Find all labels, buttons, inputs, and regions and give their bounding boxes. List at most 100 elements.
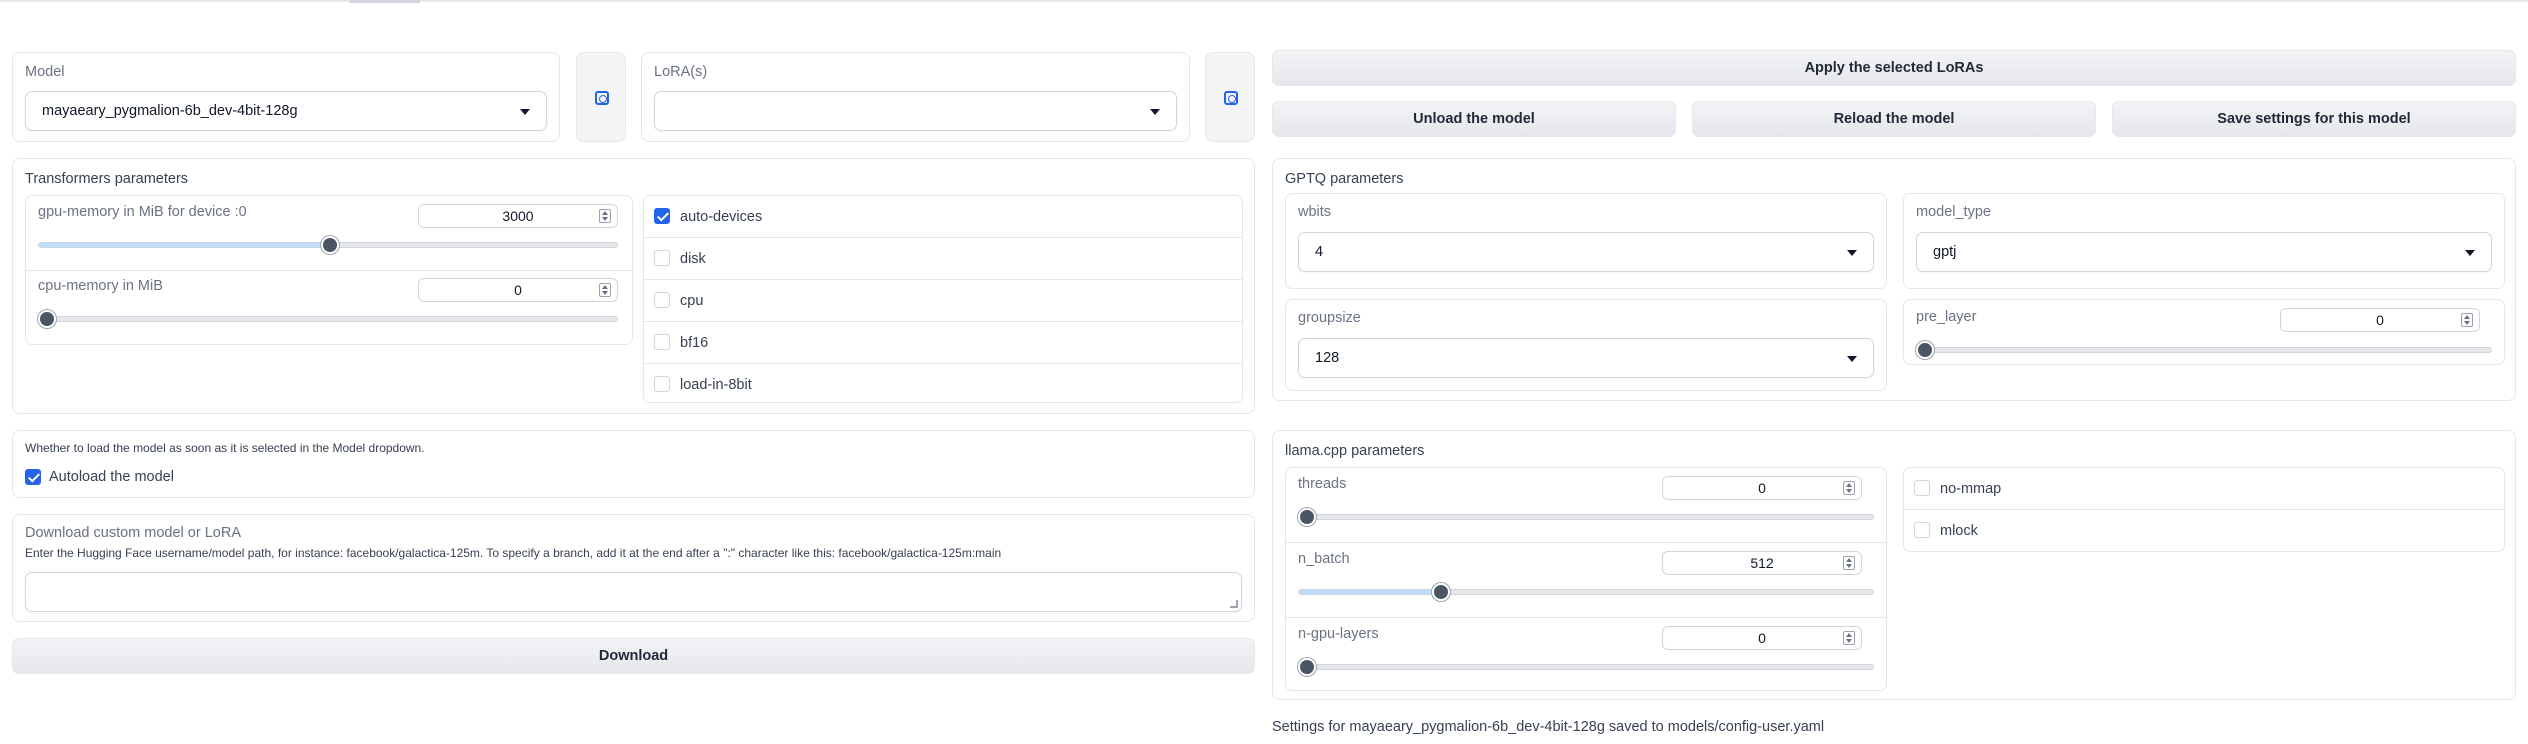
checkbox-cpu[interactable]: cpu bbox=[644, 280, 1242, 322]
gptq-title: GPTQ parameters bbox=[1285, 171, 1404, 187]
chevron-down-icon bbox=[520, 109, 530, 115]
divider bbox=[26, 270, 632, 271]
n-batch-slider-track[interactable] bbox=[1298, 589, 1874, 595]
model-dropdown[interactable]: mayaeary_pygmalion-6b_dev-4bit-128g bbox=[25, 91, 547, 131]
transformers-panel: Transformers parameters gpu-memory in Mi… bbox=[12, 158, 1255, 414]
llama-checkbox-group: no-mmap mlock bbox=[1903, 467, 2505, 552]
gpu-memory-value: 3000 bbox=[502, 208, 534, 224]
groupsize-group: groupsize 128 bbox=[1285, 299, 1887, 391]
refresh-icon bbox=[1224, 91, 1238, 105]
spinner-icon bbox=[2461, 313, 2473, 327]
threads-slider-thumb[interactable] bbox=[1298, 508, 1316, 526]
download-button[interactable]: Download bbox=[12, 638, 1255, 674]
model-type-dropdown[interactable]: gptj bbox=[1916, 232, 2492, 272]
chevron-down-icon bbox=[1150, 109, 1160, 115]
pre-layer-group: pre_layer 0 bbox=[1903, 299, 2505, 365]
n-batch-slider-thumb[interactable] bbox=[1432, 583, 1450, 601]
refresh-models-button[interactable] bbox=[576, 52, 626, 142]
checkbox-auto-devices[interactable]: auto-devices bbox=[644, 196, 1242, 238]
memory-sliders-group: gpu-memory in MiB for device :0 3000 cpu… bbox=[25, 195, 633, 345]
checkbox-label: bf16 bbox=[680, 335, 709, 351]
resize-grip-icon[interactable] bbox=[1230, 600, 1238, 608]
apply-loras-button[interactable]: Apply the selected LoRAs bbox=[1272, 50, 2516, 86]
autoload-checkbox[interactable] bbox=[25, 469, 41, 485]
n-gpu-layers-slider-thumb[interactable] bbox=[1298, 658, 1316, 676]
checkbox-mlock[interactable]: mlock bbox=[1904, 510, 2504, 552]
divider bbox=[1286, 617, 1886, 618]
threads-input[interactable]: 0 bbox=[1662, 476, 1862, 500]
chevron-down-icon bbox=[1847, 250, 1857, 256]
n-gpu-layers-label: n-gpu-layers bbox=[1298, 626, 1379, 642]
llama-title: llama.cpp parameters bbox=[1285, 443, 1425, 459]
chevron-down-icon bbox=[1847, 356, 1857, 362]
n-batch-label: n_batch bbox=[1298, 551, 1350, 567]
model-label: Model bbox=[25, 64, 65, 80]
checkbox-label: no-mmap bbox=[1940, 481, 2002, 497]
checkbox-no-mmap[interactable]: no-mmap bbox=[1904, 468, 2504, 510]
pre-layer-slider-thumb[interactable] bbox=[1916, 341, 1934, 359]
save-settings-button[interactable]: Save settings for this model bbox=[2112, 101, 2516, 137]
n-gpu-layers-input[interactable]: 0 bbox=[1662, 626, 1862, 650]
spinner-icon bbox=[1843, 631, 1855, 645]
gpu-memory-slider-thumb[interactable] bbox=[321, 236, 339, 254]
spinner-icon bbox=[1843, 556, 1855, 570]
spinner-icon bbox=[599, 209, 611, 223]
pre-layer-slider-track[interactable] bbox=[1916, 347, 2492, 353]
gpu-memory-input[interactable]: 3000 bbox=[418, 204, 618, 228]
checkbox-icon[interactable] bbox=[654, 334, 670, 350]
checkbox-icon[interactable] bbox=[1914, 522, 1930, 538]
cpu-memory-input[interactable]: 0 bbox=[418, 278, 618, 302]
pre-layer-input[interactable]: 0 bbox=[2280, 308, 2480, 332]
checkbox-icon[interactable] bbox=[654, 376, 670, 392]
checkbox-icon[interactable] bbox=[1914, 480, 1930, 496]
model-panel: Model mayaeary_pygmalion-6b_dev-4bit-128… bbox=[12, 52, 560, 142]
transformers-checkbox-group: auto-devices disk cpu bf16 load-in-8bit bbox=[643, 195, 1243, 403]
checkbox-icon[interactable] bbox=[654, 250, 670, 266]
n-batch-slider-fill bbox=[1299, 590, 1443, 594]
groupsize-label: groupsize bbox=[1298, 310, 1361, 326]
download-path-input[interactable] bbox=[25, 572, 1242, 612]
groupsize-value: 128 bbox=[1315, 350, 1340, 366]
n-batch-input[interactable]: 512 bbox=[1662, 551, 1862, 575]
autoload-panel: Whether to load the model as soon as it … bbox=[12, 430, 1255, 498]
download-info: Enter the Hugging Face username/model pa… bbox=[25, 546, 1002, 560]
wbits-value: 4 bbox=[1315, 244, 1324, 260]
cpu-memory-value: 0 bbox=[514, 282, 522, 298]
autoload-info: Whether to load the model as soon as it … bbox=[25, 441, 425, 455]
chevron-down-icon bbox=[2465, 250, 2475, 256]
checkbox-label: auto-devices bbox=[680, 209, 763, 225]
model-type-label: model_type bbox=[1916, 204, 1991, 220]
refresh-icon bbox=[595, 91, 609, 105]
checkbox-bf16[interactable]: bf16 bbox=[644, 322, 1242, 364]
status-message: Settings for mayaeary_pygmalion-6b_dev-4… bbox=[1272, 719, 1825, 735]
llama-sliders-group: threads 0 n_batch 512 n-gpu-layers 0 bbox=[1285, 467, 1887, 691]
reload-model-button[interactable]: Reload the model bbox=[1692, 101, 2096, 137]
threads-slider-track[interactable] bbox=[1298, 514, 1874, 520]
n-gpu-layers-slider-track[interactable] bbox=[1298, 664, 1874, 670]
pre-layer-label: pre_layer bbox=[1916, 309, 1977, 325]
groupsize-dropdown[interactable]: 128 bbox=[1298, 338, 1874, 378]
checkbox-icon[interactable] bbox=[654, 292, 670, 308]
lora-dropdown[interactable] bbox=[654, 91, 1177, 131]
checkbox-label: mlock bbox=[1940, 523, 1978, 539]
spinner-icon bbox=[1843, 481, 1855, 495]
gptq-panel: GPTQ parameters wbits 4 model_type gptj … bbox=[1272, 158, 2516, 401]
model-type-group: model_type gptj bbox=[1903, 193, 2505, 289]
cpu-memory-slider-track[interactable] bbox=[38, 316, 618, 322]
download-panel: Download custom model or LoRA Enter the … bbox=[12, 514, 1255, 622]
unload-model-button[interactable]: Unload the model bbox=[1272, 101, 1676, 137]
cpu-memory-slider-thumb[interactable] bbox=[38, 310, 56, 328]
checkbox-label: disk bbox=[680, 251, 706, 267]
checkbox-disk[interactable]: disk bbox=[644, 238, 1242, 280]
wbits-label: wbits bbox=[1298, 204, 1332, 220]
wbits-group: wbits 4 bbox=[1285, 193, 1887, 289]
wbits-dropdown[interactable]: 4 bbox=[1298, 232, 1874, 272]
refresh-loras-button[interactable] bbox=[1205, 52, 1255, 142]
spinner-icon bbox=[599, 283, 611, 297]
pre-layer-value: 0 bbox=[2376, 312, 2384, 328]
n-batch-value: 512 bbox=[1750, 555, 1774, 571]
cpu-memory-label: cpu-memory in MiB bbox=[38, 278, 163, 294]
checkbox-checked-icon[interactable] bbox=[654, 208, 670, 224]
gpu-memory-slider-fill bbox=[39, 243, 328, 247]
checkbox-load-in-8bit[interactable]: load-in-8bit bbox=[644, 364, 1242, 406]
